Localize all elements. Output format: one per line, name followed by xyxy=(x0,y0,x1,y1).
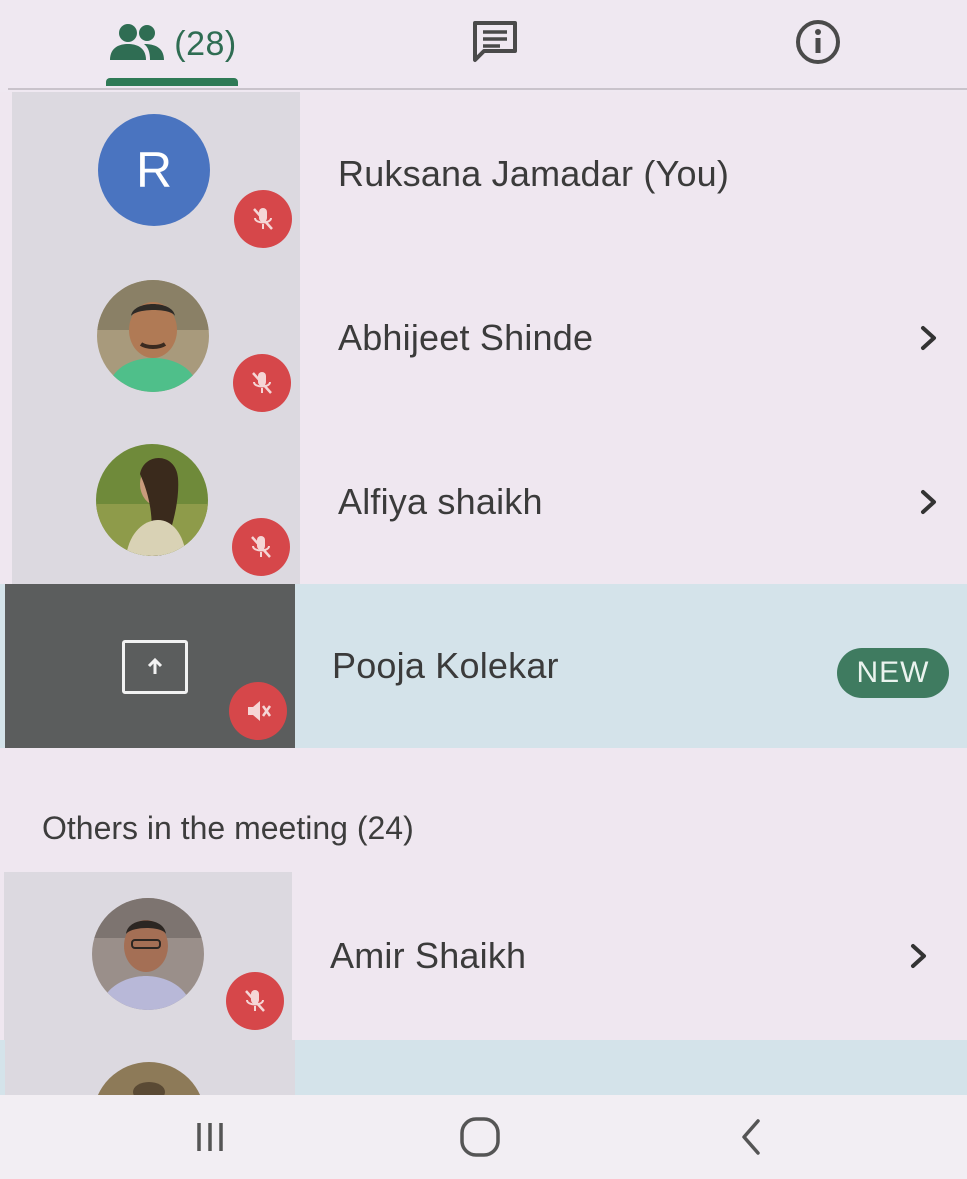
participant-tile: R xyxy=(12,92,300,256)
avatar xyxy=(97,280,209,392)
tab-chat[interactable] xyxy=(440,0,550,88)
section-title: Others in the meeting (24) xyxy=(42,810,414,846)
chevron-right-icon[interactable] xyxy=(907,941,931,971)
back-icon xyxy=(742,1119,760,1155)
participant-tile xyxy=(5,1040,295,1095)
mic-off-icon xyxy=(233,354,291,412)
chevron-right-icon[interactable] xyxy=(917,487,941,517)
present-screen-icon xyxy=(122,640,188,694)
participant-name: Alfiya shaikh xyxy=(338,481,543,522)
back-button[interactable] xyxy=(712,1095,792,1179)
participant-row-pooja[interactable]: Pooja Kolekar NEW xyxy=(0,584,967,748)
presentation-tile xyxy=(5,584,295,748)
avatar xyxy=(92,898,204,1010)
participant-row-alfiya[interactable]: Alfiya shaikh xyxy=(0,420,967,584)
recents-icon xyxy=(197,1123,223,1151)
participant-name: Ruksana Jamadar (You) xyxy=(338,153,730,194)
divider xyxy=(8,88,967,90)
participant-row-abhijeet[interactable]: Abhijeet Shinde xyxy=(0,256,967,420)
participant-row-partial[interactable] xyxy=(0,1040,967,1095)
chevron-right-icon[interactable] xyxy=(917,323,941,353)
avatar xyxy=(93,1062,205,1095)
participant-row-ruksana[interactable]: R Ruksana Jamadar (You) xyxy=(0,92,967,256)
info-icon xyxy=(794,18,842,71)
participant-count: (28) xyxy=(174,24,237,63)
avatar: R xyxy=(98,114,210,226)
people-icon xyxy=(108,22,166,67)
system-nav-bar xyxy=(0,1095,967,1179)
chat-icon xyxy=(470,19,520,70)
avatar xyxy=(96,444,208,556)
participant-tile xyxy=(12,420,300,584)
participant-name: Amir Shaikh xyxy=(330,935,527,976)
participant-row-amir[interactable]: Amir Shaikh xyxy=(0,872,967,1040)
home-button[interactable] xyxy=(440,1095,520,1179)
mic-off-icon xyxy=(234,190,292,248)
participant-name: Abhijeet Shinde xyxy=(338,317,594,358)
participant-tile xyxy=(4,872,292,1040)
new-badge: NEW xyxy=(837,648,949,698)
active-tab-indicator xyxy=(106,78,238,86)
home-icon xyxy=(460,1117,500,1157)
mic-off-icon xyxy=(226,972,284,1030)
volume-off-icon xyxy=(229,682,287,740)
recent-apps-button[interactable] xyxy=(170,1095,250,1179)
tab-people[interactable]: (28) xyxy=(90,0,255,88)
tab-bar: (28) xyxy=(0,0,967,92)
participant-tile xyxy=(12,256,300,420)
tab-info[interactable] xyxy=(770,0,865,88)
participant-name: Pooja Kolekar xyxy=(332,645,559,686)
mic-off-icon xyxy=(232,518,290,576)
